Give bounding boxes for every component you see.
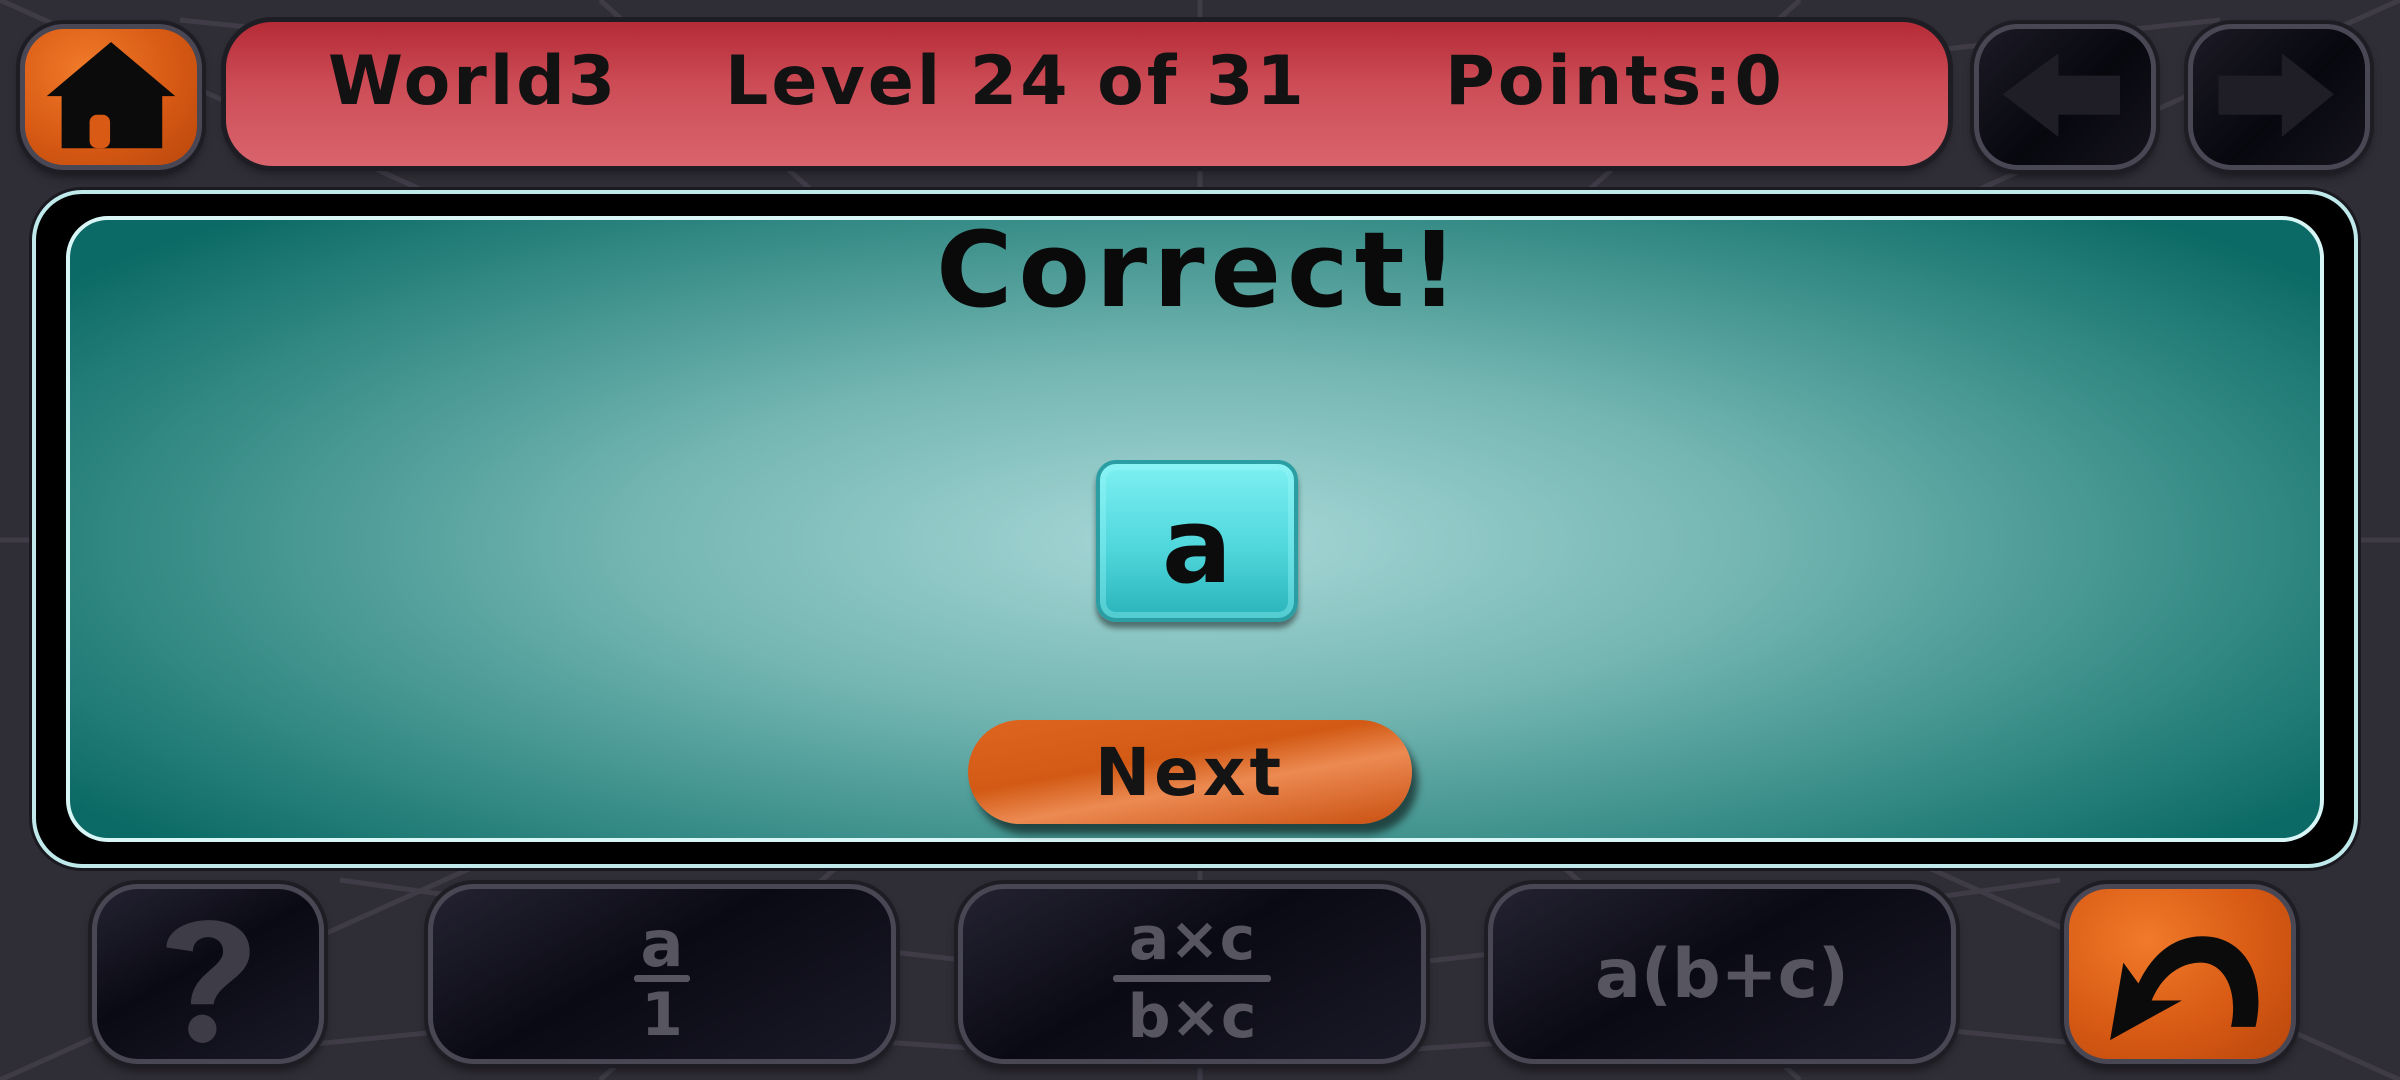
tool-identity-fraction-button[interactable]: a 1 xyxy=(428,884,896,1064)
tool1-numerator: a xyxy=(640,908,684,982)
home-button[interactable] xyxy=(20,24,202,170)
tool2-fraction-bar xyxy=(1113,975,1271,982)
tool-multiply-fraction-button[interactable]: a×c b×c xyxy=(958,884,1426,1064)
tool1-denominator: 1 xyxy=(641,980,683,1050)
answer-tile: a xyxy=(1096,460,1298,622)
home-icon xyxy=(46,42,176,149)
next-button-label: Next xyxy=(1094,734,1286,811)
next-button[interactable]: Next xyxy=(968,720,1412,824)
undo-arrow-icon xyxy=(2110,936,2259,1041)
forward-button[interactable] xyxy=(2188,24,2370,170)
answer-tile-label: a xyxy=(1161,485,1233,607)
tool2-denominator: b×c xyxy=(1127,982,1257,1052)
tool3-label: a(b+c) xyxy=(1594,935,1849,1014)
result-title: Correct! xyxy=(936,209,1464,331)
hint-button[interactable] xyxy=(92,884,324,1064)
question-mark-icon xyxy=(166,920,250,1043)
tool-distribute-button[interactable]: a(b+c) xyxy=(1488,884,1956,1064)
arrow-right-icon xyxy=(2218,53,2334,138)
world-label: World3 xyxy=(328,42,619,121)
back-button[interactable] xyxy=(1974,24,2156,170)
undo-button[interactable] xyxy=(2064,884,2296,1064)
points-label: Points:0 xyxy=(1445,42,1785,121)
tool2-numerator: a×c xyxy=(1128,904,1256,974)
arrow-left-icon xyxy=(2002,53,2120,138)
level-label: Level 24 of 31 xyxy=(725,42,1307,121)
